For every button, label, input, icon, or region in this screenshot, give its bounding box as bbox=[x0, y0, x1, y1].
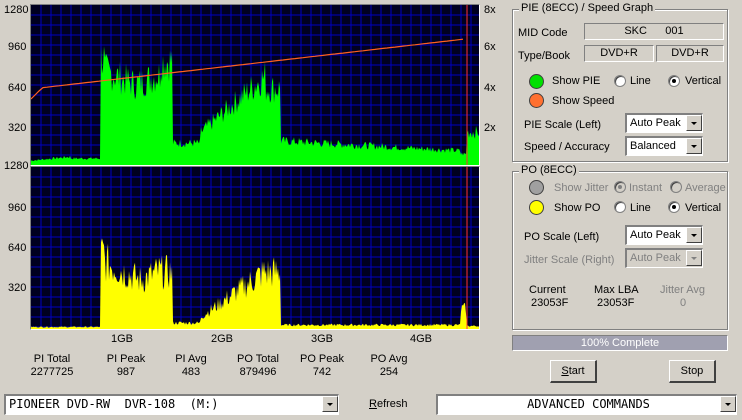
pie-line-radio[interactable] bbox=[614, 75, 626, 87]
pie-scale-label: PIE Scale (Left) bbox=[524, 119, 602, 131]
chevron-down-icon[interactable] bbox=[686, 115, 702, 131]
x-tick-4gb: 4GB bbox=[410, 333, 433, 345]
pie-vertical-label[interactable]: Vertical bbox=[685, 75, 721, 87]
stat-po-peak-value: 742 bbox=[312, 366, 332, 378]
jitter-instant-label: Instant bbox=[629, 182, 663, 194]
x-tick-1gb: 1GB bbox=[111, 333, 134, 345]
po-scale-select[interactable]: Auto Peak bbox=[625, 225, 703, 245]
pie-graph-canvas bbox=[30, 5, 479, 165]
pie-scale-select[interactable]: Auto Peak bbox=[625, 113, 703, 133]
pie-y-tick-640: 640 bbox=[8, 82, 27, 94]
jitter-avg-label: Jitter Avg bbox=[660, 284, 706, 296]
stat-pi-peak-value: 987 bbox=[116, 366, 136, 378]
advanced-commands-value: ADVANCED COMMANDS bbox=[527, 397, 650, 411]
speed-tick-8x: 8x bbox=[484, 4, 496, 16]
jitter-average-radio bbox=[670, 181, 682, 193]
pie-y-tick-960: 960 bbox=[8, 41, 27, 53]
refresh-link-rest: efresh bbox=[376, 398, 408, 410]
po-group-title: PO (8ECC) bbox=[519, 164, 579, 176]
current-lba-value: 23053F bbox=[531, 297, 569, 309]
chevron-down-icon[interactable] bbox=[686, 138, 702, 154]
stat-pi-avg-label: PI Avg bbox=[175, 353, 207, 365]
po-line-label[interactable]: Line bbox=[630, 202, 651, 214]
stat-po-peak-label: PO Peak bbox=[299, 353, 345, 365]
po-y-tick-960: 960 bbox=[8, 202, 27, 214]
jitter-instant-radio bbox=[614, 181, 626, 193]
stat-pi-total-value: 2277725 bbox=[30, 366, 74, 378]
stat-pi-total-label: PI Total bbox=[33, 353, 71, 365]
po-y-tick-320: 320 bbox=[8, 282, 27, 294]
drive-select-value: PIONEER DVD-RW DVR-108 (M:) bbox=[9, 397, 219, 411]
pie-y-tick-1280: 1280 bbox=[4, 4, 29, 16]
show-pie-label[interactable]: Show PIE bbox=[552, 75, 600, 87]
pie-color-icon[interactable] bbox=[529, 74, 544, 89]
refresh-link[interactable]: Refresh bbox=[369, 398, 408, 410]
start-button[interactable]: Start bbox=[550, 360, 597, 383]
po-graph-canvas bbox=[31, 167, 479, 329]
stat-po-avg-value: 254 bbox=[379, 366, 399, 378]
stat-po-total-label: PO Total bbox=[237, 353, 279, 365]
stat-pi-avg-value: 483 bbox=[181, 366, 201, 378]
jitter-scale-value: Auto Peak bbox=[630, 252, 681, 264]
po-vertical-label[interactable]: Vertical bbox=[685, 202, 721, 214]
jitter-avg-value: 0 bbox=[680, 297, 687, 309]
po-y-tick-1280: 1280 bbox=[4, 160, 29, 172]
show-speed-label[interactable]: Show Speed bbox=[552, 95, 614, 107]
show-po-label[interactable]: Show PO bbox=[554, 202, 600, 214]
chevron-down-icon[interactable] bbox=[686, 227, 702, 243]
drive-select[interactable]: PIONEER DVD-RW DVR-108 (M:) bbox=[4, 394, 339, 415]
speed-accuracy-select[interactable]: Balanced bbox=[625, 136, 703, 156]
pie-speed-group-title: PIE (8ECC) / Speed Graph bbox=[519, 2, 656, 14]
book-type-value: DVD+R bbox=[656, 45, 724, 62]
x-tick-3gb: 3GB bbox=[311, 333, 334, 345]
po-scale-label: PO Scale (Left) bbox=[524, 231, 600, 243]
po-line-radio[interactable] bbox=[614, 201, 626, 213]
po-color-icon[interactable] bbox=[529, 200, 544, 215]
pie-vertical-radio[interactable] bbox=[668, 75, 680, 87]
advanced-commands-select[interactable]: ADVANCED COMMANDS bbox=[436, 394, 737, 415]
po-graph bbox=[30, 166, 480, 330]
max-lba-label: Max LBA bbox=[594, 284, 639, 296]
speed-tick-4x: 4x bbox=[484, 82, 496, 94]
speed-tick-6x: 6x bbox=[484, 41, 496, 53]
max-lba-value: 23053F bbox=[597, 297, 635, 309]
stat-pi-peak-label: PI Peak bbox=[106, 353, 146, 365]
start-button-label: tart bbox=[568, 365, 585, 377]
stop-button[interactable]: Stop bbox=[669, 360, 716, 383]
pie-y-tick-320: 320 bbox=[8, 122, 27, 134]
jitter-color-icon bbox=[529, 180, 544, 195]
show-jitter-label: Show Jitter bbox=[554, 182, 609, 194]
x-tick-2gb: 2GB bbox=[211, 333, 234, 345]
mid-code-label: MID Code bbox=[518, 27, 568, 39]
speed-tick-2x: 2x bbox=[484, 122, 496, 134]
po-y-tick-640: 640 bbox=[8, 242, 27, 254]
chevron-down-icon[interactable] bbox=[322, 396, 338, 412]
speed-accuracy-value: Balanced bbox=[630, 140, 676, 152]
jitter-scale-select: Auto Peak bbox=[625, 248, 703, 268]
chevron-down-icon[interactable] bbox=[720, 396, 736, 412]
pie-scale-value: Auto Peak bbox=[630, 117, 681, 129]
type-book-label: Type/Book bbox=[518, 50, 570, 62]
pie-graph bbox=[30, 4, 480, 166]
disc-type-value: DVD+R bbox=[584, 45, 654, 62]
speed-accuracy-label: Speed / Accuracy bbox=[524, 141, 610, 153]
chevron-down-icon bbox=[686, 250, 702, 266]
current-lba-label: Current bbox=[529, 284, 566, 296]
stat-po-total-value: 879496 bbox=[239, 366, 277, 378]
speed-color-icon[interactable] bbox=[529, 93, 544, 108]
progress-bar: 100% Complete bbox=[512, 335, 728, 351]
jitter-scale-label: Jitter Scale (Right) bbox=[524, 254, 615, 266]
refresh-link-u: R bbox=[369, 398, 377, 410]
stat-po-avg-label: PO Avg bbox=[370, 353, 408, 365]
po-vertical-radio[interactable] bbox=[668, 201, 680, 213]
po-scale-value: Auto Peak bbox=[630, 229, 681, 241]
pie-line-label[interactable]: Line bbox=[630, 75, 651, 87]
jitter-average-label: Average bbox=[685, 182, 726, 194]
start-button-label-u: S bbox=[561, 365, 569, 377]
mid-code-value: SKC 001 bbox=[584, 23, 724, 40]
